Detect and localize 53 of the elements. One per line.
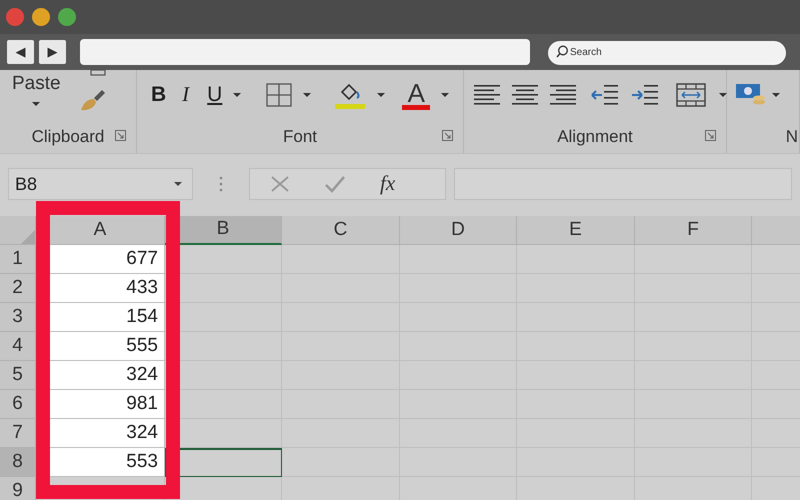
row-header[interactable]: 3: [0, 303, 36, 332]
column-header[interactable]: F: [635, 216, 752, 245]
align-right-icon[interactable]: [550, 84, 576, 106]
decrease-indent-icon[interactable]: [590, 84, 618, 106]
underline-button[interactable]: U: [207, 79, 222, 111]
italic-button[interactable]: I: [182, 79, 190, 111]
row-header[interactable]: 1: [0, 245, 36, 274]
caret-icon[interactable]: [31, 101, 42, 107]
check-icon[interactable]: [324, 175, 346, 193]
row-header[interactable]: 2: [0, 274, 36, 303]
window-control[interactable]: [58, 8, 76, 26]
address-field[interactable]: [80, 39, 530, 65]
dialog-launcher-icon[interactable]: [705, 130, 716, 141]
font-color-button[interactable]: A: [402, 80, 430, 110]
copy-icon[interactable]: [90, 70, 106, 76]
caret-icon[interactable]: [376, 92, 386, 98]
row-header[interactable]: 9: [0, 477, 36, 500]
insert-function-button[interactable]: fx: [380, 168, 396, 200]
caret-icon[interactable]: [232, 92, 242, 98]
name-box[interactable]: B8: [8, 168, 193, 200]
group-label: Alignment: [557, 126, 633, 148]
formula-field[interactable]: [454, 168, 792, 200]
forward-button[interactable]: ▶: [39, 40, 66, 64]
merge-cells-icon[interactable]: [676, 83, 706, 107]
align-center-icon[interactable]: [512, 84, 538, 106]
row-header[interactable]: 8: [0, 448, 36, 477]
row-header[interactable]: 5: [0, 361, 36, 390]
align-left-icon[interactable]: [474, 84, 500, 106]
row-header[interactable]: 4: [0, 332, 36, 361]
column-header[interactable]: E: [517, 216, 635, 245]
caret-icon[interactable]: [718, 92, 728, 98]
back-button[interactable]: ◀: [7, 40, 34, 64]
caret-icon[interactable]: [440, 92, 450, 98]
paste-button[interactable]: Paste: [12, 74, 61, 93]
borders-icon[interactable]: [266, 83, 292, 107]
search-field[interactable]: Search: [548, 40, 786, 65]
window-control[interactable]: [32, 8, 50, 26]
column-header[interactable]: C: [282, 216, 400, 245]
drag-handle-icon[interactable]: [219, 175, 223, 193]
search-icon: [556, 45, 568, 58]
group-label: N: [786, 126, 798, 148]
bold-button[interactable]: B: [151, 79, 166, 111]
increase-indent-icon[interactable]: [630, 84, 658, 106]
caret-icon[interactable]: [174, 182, 182, 186]
group-label: Clipboard: [32, 126, 104, 148]
column-header[interactable]: D: [400, 216, 517, 245]
row-header[interactable]: 7: [0, 419, 36, 448]
group-label: Font: [282, 126, 318, 148]
dialog-launcher-icon[interactable]: [442, 130, 453, 141]
dialog-launcher-icon[interactable]: [115, 130, 126, 141]
caret-icon[interactable]: [771, 92, 781, 98]
caret-icon[interactable]: [302, 92, 312, 98]
row-header[interactable]: 6: [0, 390, 36, 419]
